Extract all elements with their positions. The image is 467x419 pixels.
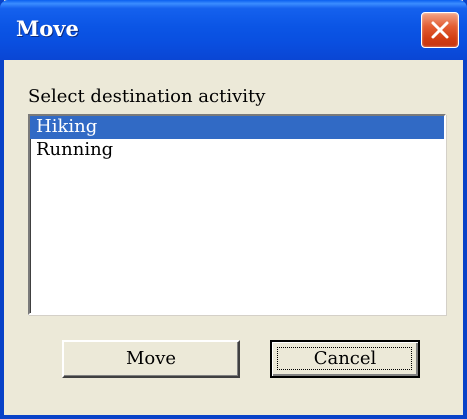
title-bar[interactable]: Move <box>0 0 467 60</box>
activity-listbox[interactable]: Hiking Running <box>28 114 446 315</box>
move-button[interactable]: Move <box>62 340 240 378</box>
move-dialog: Move Select destination activity Hiking … <box>0 0 467 419</box>
list-item-hiking[interactable]: Hiking <box>30 116 444 139</box>
close-button[interactable] <box>421 12 459 48</box>
cancel-button-label: Cancel <box>313 348 377 369</box>
cancel-button[interactable]: Cancel <box>270 340 420 378</box>
destination-activity-label: Select destination activity <box>28 86 266 107</box>
close-icon <box>431 21 449 39</box>
list-item-running[interactable]: Running <box>30 139 444 162</box>
dialog-title: Move <box>16 16 79 41</box>
